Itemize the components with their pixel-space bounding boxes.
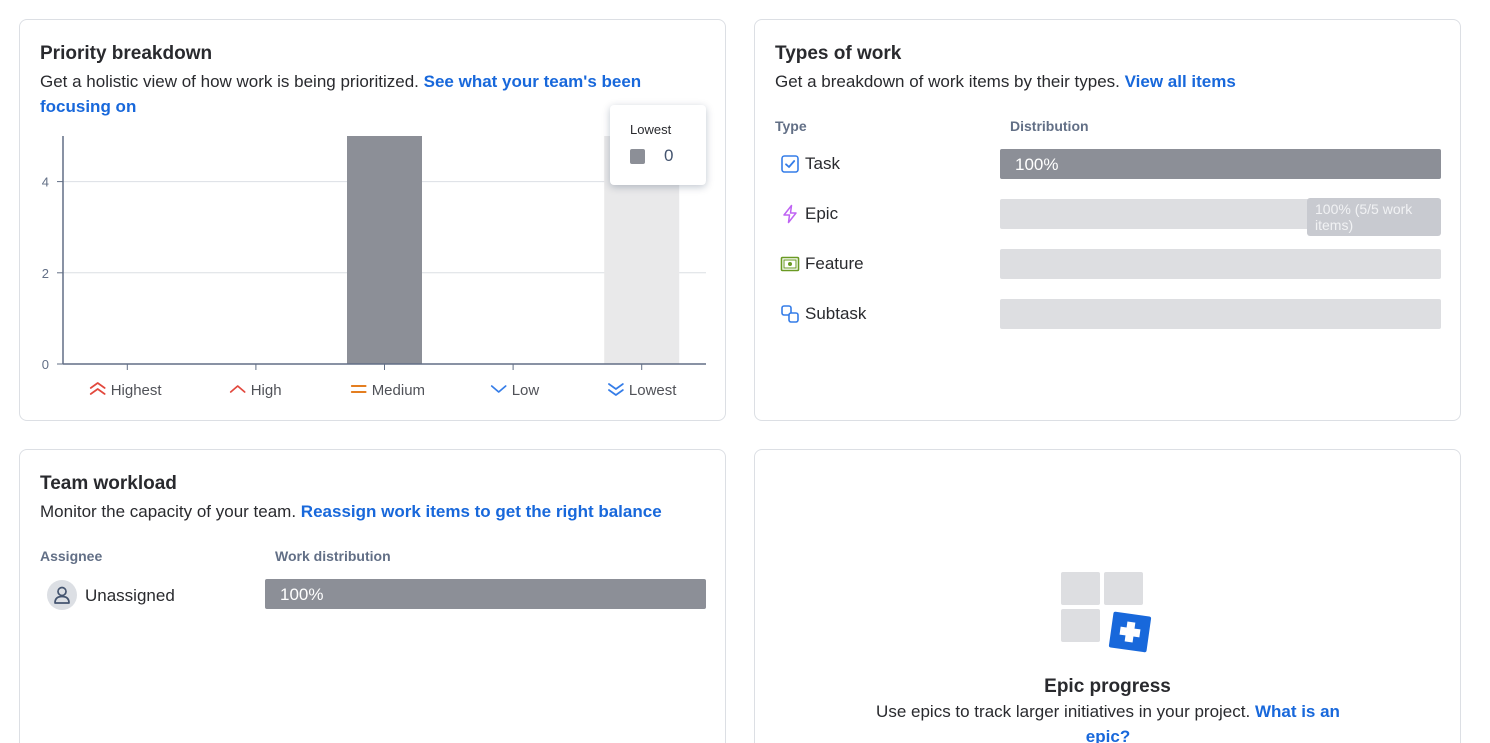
type-row-task[interactable]: Task 100% bbox=[755, 149, 1460, 179]
distribution-column-header: Distribution bbox=[1010, 118, 1089, 134]
chart-tooltip: Lowest 0 bbox=[610, 105, 706, 185]
epic-progress-card: Epic progress Use epics to track larger … bbox=[754, 449, 1461, 743]
highest-priority-icon bbox=[89, 382, 106, 395]
subtask-icon bbox=[781, 305, 799, 323]
tooltip-swatch bbox=[630, 149, 645, 164]
type-column-header: Type bbox=[775, 118, 807, 134]
tooltip-label: Lowest bbox=[630, 122, 672, 137]
task-icon bbox=[781, 155, 799, 173]
epic-empty-state-illustration bbox=[1061, 572, 1152, 653]
x-tick-label: Highest bbox=[111, 382, 163, 399]
y-tick-label: 0 bbox=[42, 357, 49, 372]
distribution-bar[interactable] bbox=[1000, 299, 1441, 329]
work-distribution-column-header: Work distribution bbox=[275, 548, 391, 564]
distribution-bar-fill bbox=[1000, 149, 1441, 179]
type-label: Task bbox=[805, 154, 840, 173]
tooltip-value: 0 bbox=[664, 146, 674, 165]
types-of-work-title: Types of work bbox=[775, 43, 902, 64]
type-row-epic[interactable]: Epic 100% (5/5 work items) bbox=[755, 198, 1460, 236]
distribution-bar[interactable] bbox=[1000, 249, 1441, 279]
x-tick-label: Low bbox=[512, 382, 540, 399]
types-of-work-card: Types of work Get a breakdown of work it… bbox=[754, 19, 1461, 421]
lowest-priority-icon bbox=[608, 383, 624, 396]
high-priority-icon bbox=[229, 385, 246, 393]
distribution-bar[interactable]: 100% (5/5 work items) bbox=[1000, 198, 1441, 236]
team-workload-title: Team workload bbox=[40, 473, 177, 494]
distribution-bar[interactable]: 100% bbox=[1000, 149, 1441, 179]
epic-description-text: Use epics to track larger initiatives in… bbox=[876, 702, 1251, 721]
work-distribution-bar[interactable]: 100% bbox=[265, 579, 706, 609]
bar-medium bbox=[347, 136, 422, 364]
x-tick-label: High bbox=[251, 382, 282, 399]
low-priority-icon bbox=[490, 385, 507, 393]
assignee-column-header: Assignee bbox=[40, 548, 103, 564]
type-label: Subtask bbox=[805, 304, 867, 323]
distribution-tooltip: 100% (5/5 work items) bbox=[1307, 198, 1441, 236]
epic-progress-title: Epic progress bbox=[1044, 676, 1171, 697]
view-all-items-link[interactable]: View all items bbox=[1125, 72, 1236, 91]
reassign-work-items-link[interactable]: Reassign work items to get the right bal… bbox=[301, 502, 662, 521]
workload-description-text: Monitor the capacity of your team. bbox=[40, 502, 297, 521]
types-description-text: Get a breakdown of work items by their t… bbox=[775, 72, 1120, 91]
work-distribution-percent: 100% bbox=[280, 585, 324, 604]
team-workload-card: Team workload Monitor the capacity of yo… bbox=[19, 449, 726, 743]
y-tick-label: 2 bbox=[42, 266, 49, 281]
type-row-subtask[interactable]: Subtask bbox=[755, 299, 1460, 329]
avatar bbox=[47, 580, 77, 610]
assignee-name: Unassigned bbox=[85, 586, 175, 605]
person-icon bbox=[54, 586, 70, 604]
priority-bar-chart: 0 2 4 Highest High Medium Low Lowest bbox=[42, 136, 706, 399]
y-tick-label: 4 bbox=[42, 175, 49, 190]
epic-progress-description: Use epics to track larger initiatives in… bbox=[858, 699, 1358, 743]
team-workload-description: Monitor the capacity of your team. Reass… bbox=[40, 499, 662, 524]
x-tick-label: Medium bbox=[372, 382, 425, 399]
types-of-work-description: Get a breakdown of work items by their t… bbox=[775, 69, 1236, 94]
distribution-percent: 100% bbox=[1015, 155, 1059, 174]
type-label: Epic bbox=[805, 204, 839, 223]
type-row-feature[interactable]: Feature bbox=[755, 249, 1460, 279]
medium-priority-icon bbox=[350, 385, 367, 393]
x-tick-label: Lowest bbox=[629, 382, 677, 399]
priority-breakdown-card: Priority breakdown Get a holistic view o… bbox=[19, 19, 726, 421]
type-label: Feature bbox=[805, 254, 864, 273]
feature-icon bbox=[780, 256, 800, 272]
epic-icon bbox=[783, 204, 797, 224]
